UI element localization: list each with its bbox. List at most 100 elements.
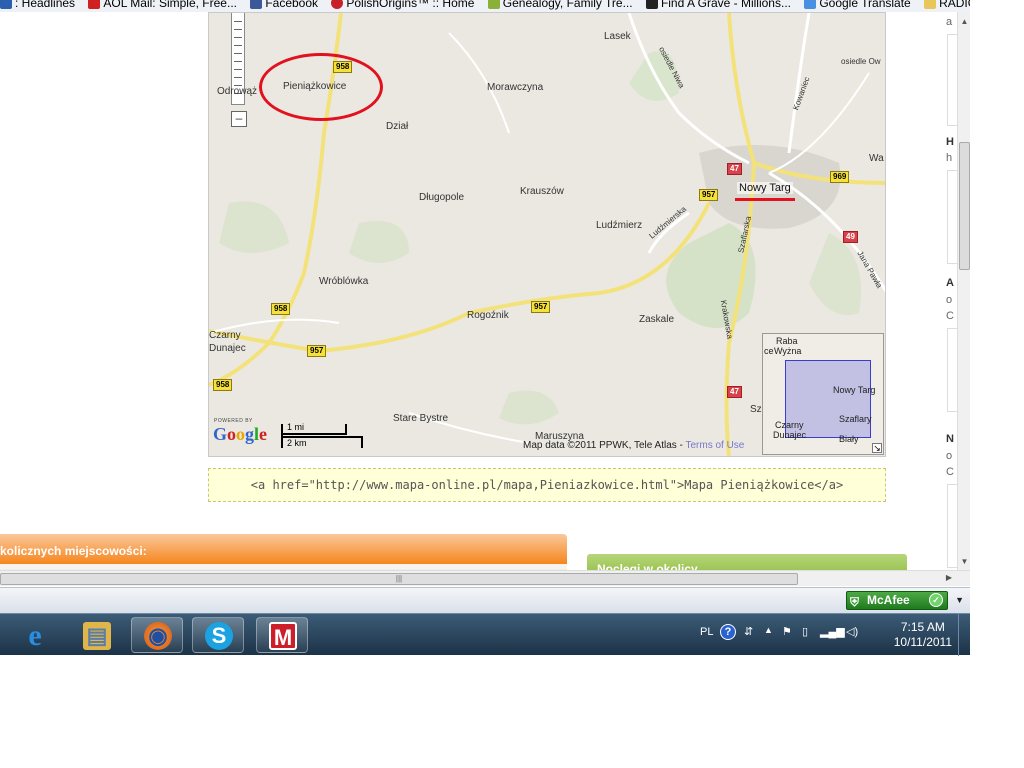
mcafee-siteadvisor-button[interactable]: ⛨ McAfee ✓: [846, 591, 948, 610]
scroll-down-arrow-icon[interactable]: ▼: [958, 556, 971, 568]
nearby-places-header: kolicznych miejscowości:: [0, 534, 567, 564]
firefox-icon: ◉: [144, 622, 172, 650]
scale-tick: [361, 436, 363, 448]
google-logo[interactable]: Google: [213, 424, 267, 445]
sidebar-heading: N: [946, 433, 954, 445]
zoom-tick: [234, 29, 242, 30]
facebook-icon: [250, 0, 263, 9]
sidebar-box: [947, 328, 957, 412]
sidebar-heading: A: [946, 277, 954, 289]
show-desktop-button[interactable]: [958, 614, 970, 656]
zoom-tick: [234, 37, 242, 38]
town-label-nowy-targ[interactable]: Nowy Targ: [737, 182, 793, 194]
network-device-icon[interactable]: ⇵: [744, 625, 753, 638]
bookmark-genealogy[interactable]: Genealogy, Family Tre...: [487, 0, 633, 9]
scale-bar-miles: [281, 433, 347, 435]
accommodation-header: Noclegi w okolicy: [587, 554, 907, 570]
bookmark-facebook[interactable]: Facebook: [250, 0, 318, 9]
scale-bar-km: [281, 436, 363, 438]
road-shield: 958: [271, 303, 291, 315]
road-shield: 969: [830, 171, 850, 183]
scroll-right-arrow-icon[interactable]: ▶: [946, 573, 952, 582]
taskbar-internet-explorer[interactable]: e: [8, 617, 60, 653]
overview-label: Szaflary: [839, 414, 872, 424]
overview-label: Czarny: [775, 420, 804, 430]
translate-icon: [804, 0, 817, 9]
vertical-scroll-thumb[interactable]: [959, 142, 970, 270]
scroll-up-arrow-icon[interactable]: ▲: [958, 16, 971, 28]
right-sidebar: a H h A o C N o C: [942, 12, 957, 570]
windows-taskbar: e ▤ ◉ S M PL ? ⇵ ▲ ⚑ ▯ ▂▄▆ ◁) 7:15 AM 10…: [0, 613, 970, 656]
sidebar-box: [947, 170, 957, 264]
town-label-stare-bystre: Stare Bystre: [393, 413, 449, 424]
map-view[interactable]: – Lasek osiedle Niwa osiedle Ow Kowaniec…: [208, 12, 886, 457]
sidebar-text: C: [946, 466, 954, 478]
mcafee-shield-icon: ⛨: [850, 595, 860, 609]
mcafee-dropdown-icon[interactable]: ▼: [955, 595, 964, 605]
desktop-screen: : Headlines AOL Mail: Simple, Free... Fa…: [0, 0, 1024, 768]
overview-toggle-button[interactable]: ↘: [872, 443, 882, 453]
taskbar-firefox[interactable]: ◉: [131, 617, 183, 653]
road-shield: 957: [699, 189, 719, 201]
town-label-krauszow: Krauszów: [520, 186, 564, 197]
map-scale: 1 mi 2 km: [281, 422, 363, 450]
action-center-flag-icon[interactable]: ⚑: [782, 625, 792, 638]
mcafee-label: McAfee: [867, 593, 910, 607]
taskbar-skype[interactable]: S: [192, 617, 244, 653]
clock[interactable]: 7:15 AM 10/11/2011: [894, 620, 952, 650]
bookmark-aol-mail[interactable]: AOL Mail: Simple, Free...: [88, 0, 237, 9]
highlight-ellipse: [259, 53, 383, 121]
news-icon: [0, 0, 12, 9]
bookmark-radio[interactable]: RADIO: [924, 0, 970, 9]
road-shield: 47: [727, 163, 742, 175]
sidebar-heading: H: [946, 136, 954, 148]
wifi-signal-icon[interactable]: ▂▄▆: [820, 625, 845, 638]
vertical-scrollbar[interactable]: ▲ ▼: [957, 12, 970, 570]
town-label-lasek: Lasek: [604, 31, 631, 42]
google-logo-letter: G: [213, 424, 228, 444]
volume-icon[interactable]: ◁): [846, 625, 858, 638]
overview-label: Dunajec: [773, 430, 807, 440]
google-logo-letter: g: [245, 424, 255, 444]
bookmark-headlines[interactable]: : Headlines: [0, 0, 75, 9]
embed-code-box[interactable]: <a href="http://www.mapa-online.pl/mapa,…: [208, 468, 886, 502]
show-hidden-icons-icon[interactable]: ▲: [764, 625, 773, 635]
zoom-out-button[interactable]: –: [231, 111, 247, 127]
bookmarks-toolbar: : Headlines AOL Mail: Simple, Free... Fa…: [0, 0, 970, 12]
horizontal-scroll-thumb[interactable]: |||: [0, 573, 798, 585]
system-tray: PL ? ⇵ ▲ ⚑ ▯ ▂▄▆ ◁) 7:15 AM 10/11/2011: [700, 614, 970, 656]
sidebar-box: [947, 484, 957, 568]
folder-icon: [924, 0, 937, 9]
sidebar-text: o: [946, 294, 953, 306]
clock-date: 10/11/2011: [893, 635, 952, 649]
bookmark-find-a-grave[interactable]: Find A Grave - Millions...: [645, 0, 791, 9]
horizontal-scrollbar[interactable]: ||| ▶: [0, 570, 970, 586]
overview-label: Wyżna: [774, 346, 802, 356]
town-label-odrowaz: Odrowąż: [217, 86, 258, 97]
taskbar-mcafee[interactable]: M: [256, 617, 308, 653]
scale-tick: [345, 424, 347, 435]
skype-icon: S: [205, 622, 233, 650]
taskbar-windows-explorer[interactable]: ▤: [70, 617, 122, 653]
findagrave-icon: [645, 0, 658, 9]
folder-icon: ▤: [83, 622, 111, 650]
road-shield: 49: [843, 231, 858, 243]
sidebar-box: [947, 34, 957, 126]
zoom-tick: [234, 61, 242, 62]
overview-map[interactable]: Raba Wyżna Nowy Targ Szaflary Czarny Dun…: [762, 333, 884, 455]
aol-icon: [88, 0, 101, 9]
genealogy-icon: [487, 0, 500, 9]
bookmark-google-translate[interactable]: Google Translate: [804, 0, 911, 9]
town-label-wroblowka: Wróblówka: [319, 276, 369, 287]
zoom-tick: [234, 45, 242, 46]
google-logo-letter: e: [259, 424, 268, 444]
terms-of-use-link[interactable]: Terms of Use: [685, 440, 744, 451]
town-label-dzial: Dział: [386, 121, 409, 132]
language-indicator[interactable]: PL: [700, 626, 713, 638]
clock-time: 7:15 AM: [900, 620, 945, 634]
google-logo-letter: o: [227, 424, 237, 444]
help-icon[interactable]: ?: [720, 624, 736, 640]
battery-icon[interactable]: ▯: [802, 625, 808, 638]
bookmark-polishorigins[interactable]: PolishOrigins™ :: Home: [331, 0, 474, 9]
internet-explorer-icon: e: [28, 619, 42, 652]
